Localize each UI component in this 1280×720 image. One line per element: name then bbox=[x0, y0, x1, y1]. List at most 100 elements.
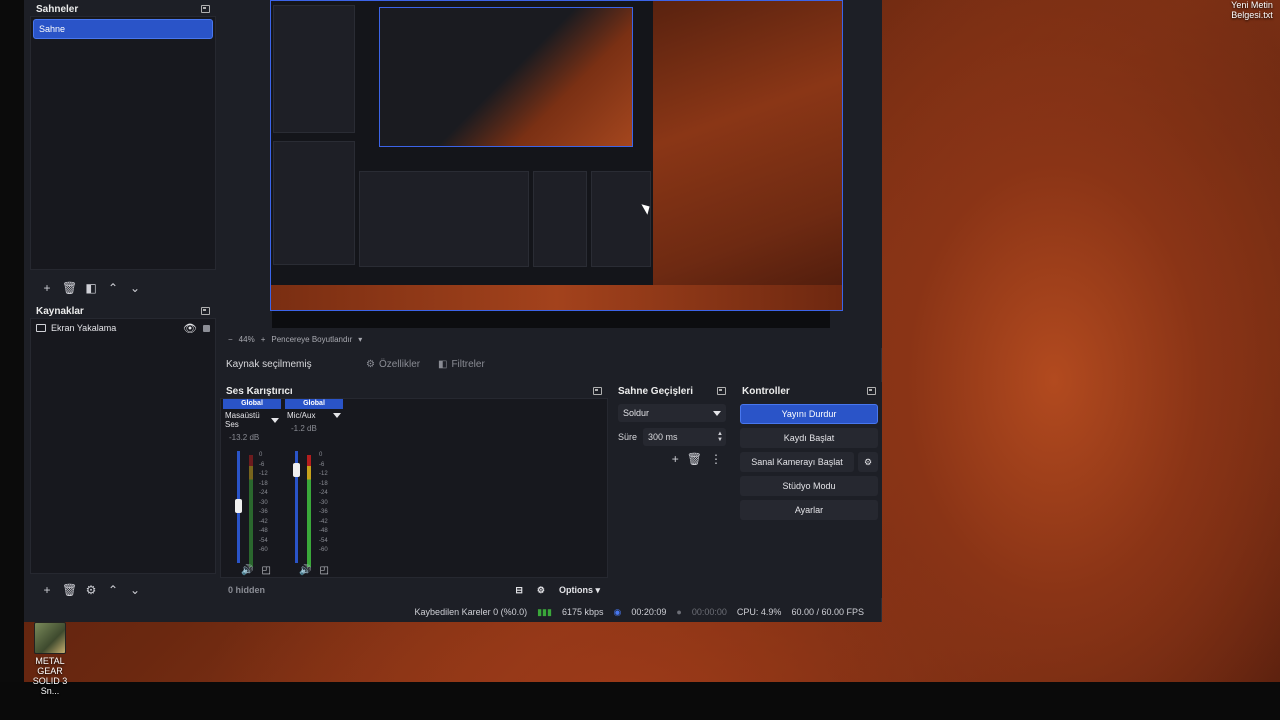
eye-icon[interactable]: 👁 bbox=[183, 322, 197, 335]
chevron-down-icon bbox=[333, 413, 341, 418]
volume-knob[interactable] bbox=[293, 463, 300, 477]
transition-select[interactable]: Soldur bbox=[618, 404, 726, 422]
mixer-channel-mic: Global Mic/Aux -1.2 dB 0 -6 -12 -18 -24 -30 -3… bbox=[285, 399, 343, 579]
taskbar-area bbox=[0, 682, 1280, 720]
preview-area: − 44% + Pencereye Boyutlandır ▾ bbox=[220, 0, 882, 348]
add-icon[interactable]: + bbox=[40, 583, 54, 597]
settings-button[interactable]: Ayarlar bbox=[740, 500, 878, 520]
chevron-down-icon[interactable]: ▾ bbox=[358, 335, 362, 344]
speaker-icon[interactable]: 🔊 bbox=[241, 565, 253, 576]
duration-label: Süre bbox=[618, 432, 638, 442]
preview-canvas[interactable] bbox=[270, 0, 843, 311]
level-meter bbox=[307, 455, 311, 567]
channel-name-label: Masaüstü Ses bbox=[225, 411, 260, 429]
move-up-icon[interactable]: ⌃ bbox=[106, 281, 120, 295]
level-meter bbox=[249, 455, 253, 567]
source-item[interactable]: Ekran Yakalama 👁 bbox=[31, 319, 215, 337]
sources-toolbar: + 🗑 ⚙ ⌃ ⌄ bbox=[30, 579, 142, 601]
options-button[interactable]: Options ▾ bbox=[559, 585, 600, 596]
filters-button[interactable]: ◧ Filtreler bbox=[432, 354, 491, 374]
speaker-icon[interactable]: 🔊 bbox=[299, 565, 311, 576]
undock-icon[interactable] bbox=[717, 387, 726, 395]
properties-button[interactable]: ⚙ Özellikler bbox=[360, 354, 426, 374]
channel-name[interactable]: Masaüstü Ses bbox=[223, 409, 281, 431]
obs-window: Sahneler Sahne + 🗑 ◧ ⌃ ⌄ Kaynaklar Ekran… bbox=[24, 0, 882, 622]
scenes-list: Sahne bbox=[30, 16, 216, 270]
trash-icon[interactable]: 🗑 bbox=[687, 452, 702, 466]
start-recording-button[interactable]: Kaydı Başlat bbox=[740, 428, 878, 448]
fit-mode[interactable]: Pencereye Boyutlandır bbox=[271, 335, 352, 344]
game-icon bbox=[34, 622, 66, 654]
left-edge bbox=[0, 0, 24, 682]
hidden-count: 0 hidden bbox=[228, 585, 266, 595]
mixer-body: Global Masaüstü Ses -13.2 dB 0 -6 -12 -18 -2… bbox=[220, 398, 608, 578]
add-icon[interactable]: + bbox=[672, 452, 679, 466]
stream-icon: ◉ bbox=[613, 606, 622, 617]
controls-title: Kontroller bbox=[742, 385, 790, 397]
cpu-usage: CPU: 4.9% bbox=[736, 607, 782, 617]
record-icon: ● bbox=[676, 607, 682, 617]
desktop-icon-game[interactable]: METAL GEAR SOLID 3 Sn... bbox=[24, 622, 76, 696]
controls-dock-title: Kontroller bbox=[736, 382, 882, 400]
scenes-title: Sahneler bbox=[36, 3, 79, 15]
duration-row: Süre 300 ms ▲ ▼ bbox=[618, 428, 726, 446]
undock-icon[interactable] bbox=[201, 5, 210, 13]
sources-title: Kaynaklar bbox=[36, 305, 84, 317]
desktop-icon-textfile[interactable]: Yeni Metin Belgesi.txt bbox=[1226, 0, 1278, 20]
start-virtual-camera-button[interactable]: Sanal Kamerayı Başlat bbox=[740, 452, 854, 472]
controls-dock: Kontroller Yayını Durdur Kaydı Başlat Sa… bbox=[736, 382, 882, 598]
layout-icon[interactable]: ⊟ bbox=[515, 585, 523, 596]
stream-time: 00:20:09 bbox=[631, 607, 667, 617]
undock-icon[interactable] bbox=[593, 387, 602, 395]
gear-icon[interactable]: ⚙ bbox=[537, 585, 545, 596]
mixer-footer: 0 hidden ⊟ ⚙ Options ▾ bbox=[220, 582, 608, 598]
meter-ticks: 0 -6 -12 -18 -24 -30 -36 -42 -48 -54 -60 bbox=[259, 452, 268, 553]
zoom-in-icon[interactable]: + bbox=[261, 335, 266, 344]
move-down-icon[interactable]: ⌄ bbox=[128, 281, 142, 295]
meter-ticks: 0 -6 -12 -18 -24 -30 -36 -42 -48 -54 -60 bbox=[319, 452, 328, 553]
zoom-out-icon[interactable]: − bbox=[228, 335, 233, 344]
desktop-icon-label: METAL GEAR SOLID 3 Sn... bbox=[32, 656, 68, 696]
undock-icon[interactable] bbox=[201, 307, 210, 315]
gear-icon[interactable]: ⚙ bbox=[858, 452, 878, 472]
channel-controls: 🔊 ◰ bbox=[241, 565, 271, 576]
channel-name[interactable]: Mic/Aux bbox=[285, 409, 343, 422]
volume-knob[interactable] bbox=[235, 499, 242, 513]
trash-icon[interactable]: 🗑 bbox=[62, 281, 77, 295]
duration-value: 300 ms bbox=[648, 432, 678, 442]
move-up-icon[interactable]: ⌃ bbox=[106, 583, 120, 597]
transition-select-value: Soldur bbox=[623, 408, 650, 418]
duration-spinbox[interactable]: 300 ms ▲ ▼ bbox=[643, 428, 726, 446]
source-context-bar: Kaynak seçilmemiş ⚙ Özellikler ◧ Filtrel… bbox=[220, 352, 882, 376]
nested-desktop bbox=[271, 285, 842, 310]
headphones-icon[interactable]: ◰ bbox=[261, 565, 270, 576]
lock-icon[interactable] bbox=[203, 324, 210, 332]
trash-icon[interactable]: 🗑 bbox=[62, 583, 77, 597]
dropped-frames: Kaybedilen Kareler 0 (%0.0) bbox=[414, 607, 528, 617]
add-icon[interactable]: + bbox=[40, 281, 54, 295]
undock-icon[interactable] bbox=[867, 387, 876, 395]
audio-mixer-dock: Ses Karıştırıcı Global Masaüstü Ses -13.… bbox=[220, 382, 608, 598]
scene-item[interactable]: Sahne bbox=[33, 19, 213, 39]
properties-label: Özellikler bbox=[378, 358, 421, 370]
preview-zoom-bar: − 44% + Pencereye Boyutlandır ▾ bbox=[220, 332, 362, 346]
sources-list: Ekran Yakalama 👁 bbox=[30, 318, 216, 574]
chevron-down-icon bbox=[713, 410, 721, 416]
transitions-dock: Sahne Geçişleri Soldur Süre 300 ms ▲ ▼ + … bbox=[612, 382, 732, 598]
mixer-title: Ses Karıştırıcı bbox=[226, 385, 293, 397]
no-source-label: Kaynak seçilmemiş bbox=[226, 358, 312, 370]
sources-dock: Kaynaklar Ekran Yakalama 👁 + 🗑 ⚙ ⌃ ⌄ bbox=[30, 302, 216, 598]
filter-icon[interactable]: ◧ bbox=[84, 281, 98, 295]
studio-mode-button[interactable]: Stüdyo Modu bbox=[740, 476, 878, 496]
more-icon[interactable]: ⋮ bbox=[710, 452, 722, 466]
scene-item-label: Sahne bbox=[39, 24, 66, 34]
gear-icon[interactable]: ⚙ bbox=[84, 583, 98, 597]
scenes-toolbar: + 🗑 ◧ ⌃ ⌄ bbox=[30, 277, 142, 299]
move-down-icon[interactable]: ⌄ bbox=[128, 583, 142, 597]
monitor-icon bbox=[36, 324, 46, 332]
stop-stream-button[interactable]: Yayını Durdur bbox=[740, 404, 878, 424]
zoom-level: 44% bbox=[238, 334, 255, 344]
spin-arrows-icon[interactable]: ▲ ▼ bbox=[717, 431, 723, 443]
channel-scope: Global bbox=[285, 399, 343, 409]
headphones-icon[interactable]: ◰ bbox=[319, 565, 328, 576]
